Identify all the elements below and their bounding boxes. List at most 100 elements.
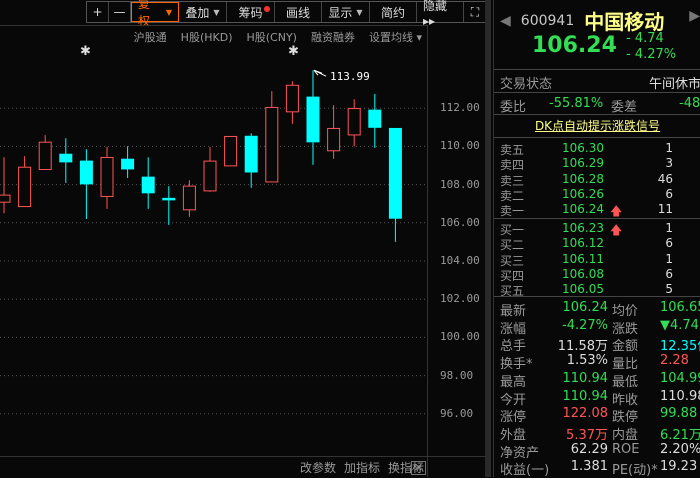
stat-value: 110.98 xyxy=(660,388,700,404)
chart-subbar: 沪股通 H股(HKD) H股(CNY) 融资融券 设置均线 ▾ xyxy=(0,25,428,47)
candle[interactable] xyxy=(347,99,361,147)
order-book-row[interactable]: 卖三 106.28 46 xyxy=(500,172,695,188)
zoom-in-button[interactable]: + xyxy=(87,2,109,22)
high-price-annotation: 113.99 xyxy=(330,70,370,83)
stat-value: 1.53% xyxy=(566,353,608,369)
candle[interactable] xyxy=(59,138,73,183)
zoom-out-button[interactable]: — xyxy=(109,2,131,22)
candle[interactable] xyxy=(141,157,155,209)
y-tick-label: 108.00 xyxy=(440,177,480,191)
level-volume: 11 xyxy=(657,202,673,217)
level-volume: 3 xyxy=(665,156,673,171)
adjust-rights-button[interactable]: 复权 ▼ xyxy=(131,0,179,28)
y-tick-label: 106.00 xyxy=(440,215,480,229)
level-volume: 1 xyxy=(665,251,673,266)
bid-ratio-label: 委比 xyxy=(500,100,527,115)
prev-stock-icon[interactable]: ◀ xyxy=(500,13,511,29)
level-price: 106.24 xyxy=(562,202,604,217)
stat-row: 收益(一) 1.381 PE(动)* 19.23 xyxy=(500,459,700,478)
stat-row: 最新 106.24 均价 106.65 xyxy=(500,300,700,319)
display-label: 显示 xyxy=(328,5,353,20)
display-button[interactable]: 显示 ▼ xyxy=(322,2,370,22)
candle[interactable] xyxy=(38,135,52,171)
candle[interactable] xyxy=(203,147,217,192)
next-stock-icon[interactable]: ▶ xyxy=(689,8,700,24)
stat-row: 总手 11.58万 金额 12.35亿 xyxy=(500,335,700,354)
status-value: 午间休市 xyxy=(649,77,700,92)
overlay-button[interactable]: 叠加 ▼ xyxy=(179,2,227,22)
stat-value: 2.20% xyxy=(660,441,700,457)
stat-row: 净资产 62.29 ROE 2.20% xyxy=(500,441,700,461)
draw-line-button[interactable]: 画线 xyxy=(275,2,322,22)
order-book-row[interactable]: 买三 106.11 1 xyxy=(500,251,695,268)
stat-value: 62.29 xyxy=(570,441,608,457)
stat-label: 净资产 xyxy=(500,445,540,461)
candle[interactable] xyxy=(121,146,135,178)
stat-value: 6.21万 xyxy=(660,427,700,443)
candle-body xyxy=(327,127,341,152)
candle[interactable] xyxy=(162,186,176,225)
order-book-row[interactable]: 买二 106.12 6 xyxy=(500,236,695,252)
level-price: 106.11 xyxy=(562,251,604,266)
candle-body xyxy=(79,160,93,185)
add-indicator-button[interactable]: 加指标 xyxy=(344,459,380,476)
expand-icon[interactable]: ⛶ xyxy=(464,2,486,22)
dk-signal-link[interactable]: DK点自动提示涨跌信号 xyxy=(494,117,700,134)
bid-diff-value: -48 xyxy=(679,96,700,111)
h-share-hkd-link[interactable]: H股(HKD) xyxy=(181,29,233,45)
chips-label: 筹码 xyxy=(238,5,263,20)
quote-panel: ◀ 600941 中国移动 ▶ 106.24 - 4.74 - 4.27% 交易… xyxy=(493,0,700,478)
close-icon[interactable]: ✕ xyxy=(411,461,426,475)
candle[interactable] xyxy=(18,156,32,208)
stat-value: 110.94 xyxy=(562,388,609,404)
candle-body xyxy=(162,197,176,201)
stat-row: 涨幅 -4.27% 涨跌 ▼4.74 xyxy=(500,318,700,337)
stat-value: 1.381 xyxy=(570,459,608,475)
candle-body xyxy=(224,135,238,167)
order-book-row[interactable]: 买五 106.05 5 xyxy=(500,282,695,298)
price-change-pct: - 4.27% xyxy=(626,47,677,62)
candle[interactable] xyxy=(224,135,238,167)
chips-button[interactable]: 筹码 xyxy=(227,2,275,22)
stat-row: 今开 110.94 昨收 110.98 xyxy=(500,388,700,408)
candle-body xyxy=(100,156,114,197)
candle-body xyxy=(121,158,135,170)
stat-value: 2.28 xyxy=(660,353,689,369)
candle[interactable] xyxy=(388,127,402,242)
y-tick-label: 110.00 xyxy=(440,139,480,153)
candle-body xyxy=(141,176,155,194)
margin-trading-link[interactable]: 融资融券 xyxy=(311,29,355,45)
order-book-row[interactable]: 卖二 106.26 6 xyxy=(500,187,695,203)
candle[interactable] xyxy=(0,157,11,214)
candle[interactable] xyxy=(327,105,341,159)
order-book-row[interactable]: 卖五 106.30 1 xyxy=(500,141,695,157)
ma-settings-label: 设置均线 xyxy=(368,30,413,44)
stat-value: 104.99 xyxy=(660,370,700,386)
candlestick-chart[interactable]: 113.99 xyxy=(0,48,427,456)
order-book-row[interactable]: 卖四 106.29 3 xyxy=(500,156,695,172)
level-price: 106.05 xyxy=(562,282,604,297)
candle[interactable] xyxy=(244,133,258,188)
simple-mode-button[interactable]: 简约 xyxy=(370,2,417,22)
candle[interactable] xyxy=(100,146,114,209)
shanghai-connect-link[interactable]: 沪股通 xyxy=(134,29,167,45)
candle[interactable] xyxy=(306,70,320,165)
ma-settings-dropdown[interactable]: 设置均线 ▾ xyxy=(369,29,422,45)
candle[interactable] xyxy=(182,180,196,217)
candle[interactable] xyxy=(79,149,93,219)
h-share-cny-link[interactable]: H股(CNY) xyxy=(246,29,296,45)
edit-params-button[interactable]: 改参数 xyxy=(300,459,336,476)
candle[interactable] xyxy=(368,93,382,148)
candle-body xyxy=(182,185,196,211)
candle-body xyxy=(0,194,11,203)
candle[interactable] xyxy=(285,81,299,124)
candle[interactable] xyxy=(265,91,279,183)
chevron-down-icon: ▼ xyxy=(213,7,220,17)
bid-diff-label: 委差 xyxy=(611,100,638,115)
scrollbar[interactable] xyxy=(485,0,491,477)
candle-body xyxy=(306,96,320,143)
order-book-row[interactable]: 买一 106.23 🡅 1 xyxy=(500,221,695,237)
order-book-row[interactable]: 卖一 106.24 🡅 11 xyxy=(500,202,695,218)
order-book-row[interactable]: 买四 106.08 6 xyxy=(500,267,695,283)
hide-button[interactable]: 隐藏 ▸▸ xyxy=(417,0,464,28)
